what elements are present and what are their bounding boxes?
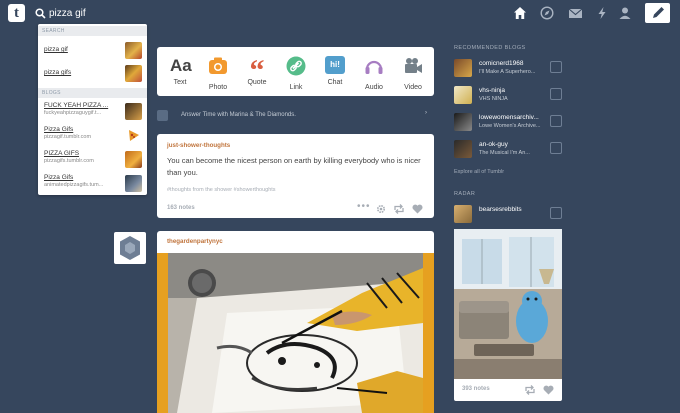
blog-description: The Musical I'm An... xyxy=(479,150,530,156)
radar-title: RADAR xyxy=(454,191,476,197)
post-type-label: Text xyxy=(173,79,187,86)
blog-avatar xyxy=(454,205,472,223)
heart-icon[interactable] xyxy=(543,385,554,395)
blog-suggestion[interactable]: Pizza Gifs pizzagif.tumblr.com xyxy=(44,126,142,146)
promo-text: Answer Time with Marina & The Diamonds. xyxy=(181,112,296,118)
photo-post: thegardenpartynyc xyxy=(157,231,434,413)
blog-name: an-ok-guy xyxy=(479,141,508,148)
follow-button[interactable] xyxy=(550,115,562,127)
pizza-thumbnail xyxy=(125,65,142,82)
blog-name: comicnerd1968 xyxy=(479,60,524,67)
mail-icon[interactable] xyxy=(568,6,583,20)
text-icon: Aa xyxy=(170,56,192,75)
post-type-audio[interactable]: Audio xyxy=(356,56,392,91)
chat-icon: hi! xyxy=(325,56,345,74)
search-suggestion[interactable]: pizza gifs xyxy=(44,65,142,84)
follow-button[interactable] xyxy=(550,61,562,73)
post-type-bar: Aa Text Photo “ Quote Link hi! Chat Audi… xyxy=(157,47,434,96)
blog-avatar xyxy=(125,103,142,120)
follow-button[interactable] xyxy=(550,142,562,154)
radar-blog[interactable]: bearsesrebbits xyxy=(454,203,564,225)
blog-avatar xyxy=(454,113,472,131)
blog-avatar xyxy=(125,175,142,192)
post-notes[interactable]: 163 notes xyxy=(167,205,195,211)
post-avatar[interactable] xyxy=(114,232,146,264)
post-type-label: Audio xyxy=(365,84,383,91)
blog-avatar xyxy=(454,140,472,158)
reblog-icon[interactable] xyxy=(524,385,536,395)
blog-description: VHS NINJA xyxy=(479,96,508,102)
blog-suggestion[interactable]: PIZZA GIFS pizzagifs.tumblr.com xyxy=(44,150,142,170)
quote-icon: “ xyxy=(249,56,265,76)
follow-button[interactable] xyxy=(550,207,562,219)
headphones-icon xyxy=(365,60,383,74)
recommended-blog[interactable]: vhs-ninja VHS NINJA xyxy=(454,84,564,106)
post-type-label: Video xyxy=(404,84,422,91)
text-post: just-shower-thoughts You can become the … xyxy=(157,134,434,218)
post-blog-name[interactable]: thegardenpartynyc xyxy=(167,238,223,245)
post-type-link[interactable]: Link xyxy=(278,56,314,91)
search-icon xyxy=(35,8,46,19)
pencil-icon xyxy=(653,7,664,18)
blog-name: bearsesrebbits xyxy=(479,206,522,213)
post-type-video[interactable]: Video xyxy=(395,56,431,91)
account-icon[interactable] xyxy=(618,6,632,20)
compose-button[interactable] xyxy=(645,3,670,23)
post-body: You can become the nicest person on eart… xyxy=(167,156,421,177)
more-icon[interactable]: ••• xyxy=(357,201,371,212)
post-type-label: Link xyxy=(289,84,303,91)
post-blog-name[interactable]: just-shower-thoughts xyxy=(167,142,230,149)
search-dropdown: SEARCH pizza gif pizza gifs BLOGS FUCK Y… xyxy=(38,24,147,195)
post-tags[interactable]: #thoughts from the shower #showerthought… xyxy=(167,187,276,193)
blog-avatar xyxy=(125,127,142,144)
radar-photo[interactable] xyxy=(454,229,562,379)
dropdown-search-heading: SEARCH xyxy=(38,26,147,36)
radar-post: 393 notes xyxy=(454,229,562,401)
heart-icon[interactable] xyxy=(412,204,423,214)
post-type-chat[interactable]: hi! Chat xyxy=(317,56,353,86)
recommended-blog[interactable]: lowewomensarchiv... Lowe Women's Archive… xyxy=(454,111,564,133)
blog-avatar xyxy=(454,86,472,104)
blog-name: lowewomensarchiv... xyxy=(479,114,539,121)
post-type-quote[interactable]: “ Quote xyxy=(239,56,275,86)
compass-icon[interactable] xyxy=(540,6,554,20)
post-type-label: Photo xyxy=(208,84,228,91)
blog-avatar xyxy=(125,151,142,168)
post-type-label: Quote xyxy=(247,79,267,86)
camera-icon xyxy=(209,57,227,74)
blog-suggestion[interactable]: FUCK YEAH PIZZA ... fuckyeahpizzaguygif.… xyxy=(44,102,142,122)
blog-name: vhs-ninja xyxy=(479,87,506,94)
post-type-text[interactable]: Aa Text xyxy=(162,56,198,86)
link-icon xyxy=(286,56,306,76)
tumblr-logo-icon[interactable]: t xyxy=(8,4,25,22)
search-suggestion[interactable]: pizza gif xyxy=(44,42,142,61)
recommended-blog[interactable]: an-ok-guy The Musical I'm An... xyxy=(454,138,564,160)
post-type-label: Chat xyxy=(327,79,343,86)
pizza-thumbnail xyxy=(125,42,142,59)
home-icon[interactable] xyxy=(513,6,527,20)
radar-notes[interactable]: 393 notes xyxy=(462,386,490,392)
radar-promo-line[interactable]: Answer Time with Marina & The Diamonds. … xyxy=(157,110,434,122)
follow-button[interactable] xyxy=(550,88,562,100)
search-input[interactable] xyxy=(49,5,139,21)
lightning-icon[interactable] xyxy=(595,6,609,20)
blog-avatar xyxy=(454,59,472,77)
blog-description: Lowe Women's Archive... xyxy=(479,123,541,129)
hexagon-avatar-icon xyxy=(120,236,140,260)
blog-description: I'll Make A Superhero... xyxy=(479,69,536,75)
post-photo[interactable] xyxy=(157,253,434,413)
video-camera-icon xyxy=(405,58,422,73)
explore-link[interactable]: Explore all of Tumblr xyxy=(454,169,504,175)
post-type-photo[interactable]: Photo xyxy=(200,56,236,91)
recommended-blogs-title: RECOMMENDED BLOGS xyxy=(454,45,526,51)
chevron-right-icon: › xyxy=(425,110,427,116)
reblog-icon[interactable] xyxy=(393,204,405,214)
pizza-slice-icon xyxy=(129,130,139,141)
promo-avatar xyxy=(157,110,168,121)
recommended-blog[interactable]: comicnerd1968 I'll Make A Superhero... xyxy=(454,57,564,79)
gear-icon[interactable] xyxy=(376,204,386,214)
blog-suggestion[interactable]: Pizza Gifs animatedpizzagifs.tum... xyxy=(44,174,142,194)
dropdown-blogs-heading: BLOGS xyxy=(38,88,147,98)
